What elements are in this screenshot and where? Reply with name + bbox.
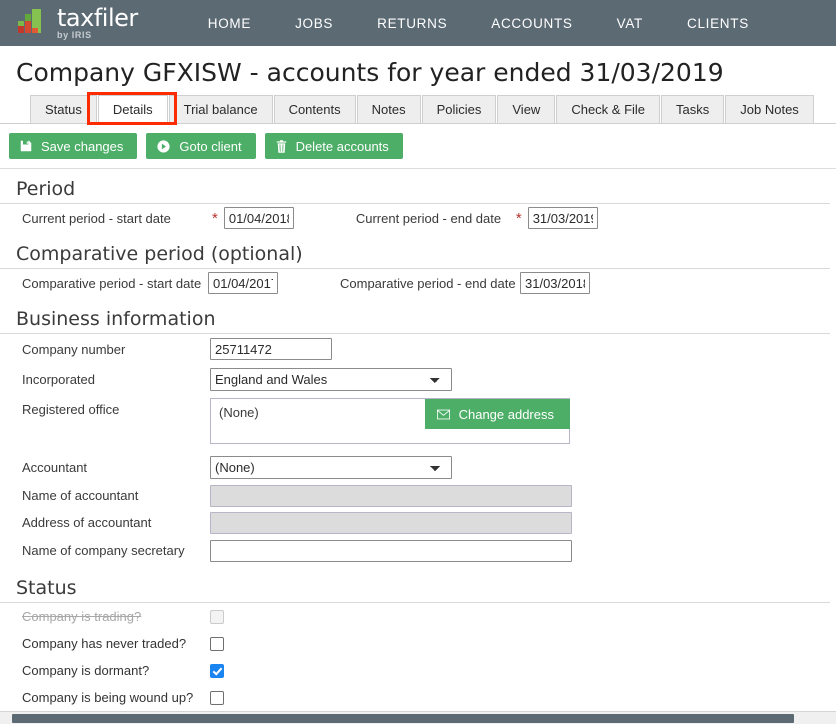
brand-name: taxfiler xyxy=(57,4,138,32)
input-name-of-accountant xyxy=(210,484,572,507)
tab-trial-balance[interactable]: Trial balance xyxy=(168,95,273,123)
section-heading-comparative-period: Comparative period (optional) xyxy=(0,232,830,269)
top-navigation-bar: taxfiler by IRIS HOME JOBS RETURNS ACCOU… xyxy=(0,0,836,46)
input-current-period-end-date[interactable] xyxy=(527,207,598,229)
registered-office-box: (None) Change address xyxy=(210,398,570,444)
save-disk-icon xyxy=(20,140,32,152)
select-accountant[interactable]: (None) xyxy=(210,455,452,479)
checkbox-company-is-being-wound-up[interactable] xyxy=(210,690,224,705)
goto-client-button[interactable]: Goto client xyxy=(146,133,256,159)
nav-item-accounts[interactable]: ACCOUNTS xyxy=(469,16,594,31)
row-name-of-accountant: Name of accountant xyxy=(0,482,836,509)
row-registered-office: Registered office (None) Change address xyxy=(0,394,836,452)
row-company-number: Company number xyxy=(0,334,836,364)
row-company-is-being-wound-up: Company is being wound up? xyxy=(0,684,836,711)
horizontal-scrollbar[interactable] xyxy=(0,711,836,724)
input-company-number[interactable] xyxy=(210,338,332,360)
input-comparative-period-end-date[interactable] xyxy=(520,272,590,294)
label-comparative-period-end: Comparative period - end date xyxy=(340,275,516,291)
trash-icon xyxy=(276,139,287,153)
brand-subtitle: by IRIS xyxy=(57,30,92,40)
tab-bar: Status Details Trial balance Contents No… xyxy=(0,92,836,125)
nav-item-vat[interactable]: VAT xyxy=(595,16,665,31)
row-company-is-trading: Company is trading? xyxy=(0,603,836,630)
label-comparative-period-start: Comparative period - start date xyxy=(22,275,202,291)
envelope-icon xyxy=(436,409,450,420)
nav-item-clients[interactable]: CLIENTS xyxy=(665,16,771,31)
main-menu: HOME JOBS RETURNS ACCOUNTS VAT CLIENTS xyxy=(186,16,771,31)
section-heading-business-information: Business information xyxy=(0,297,830,334)
tab-notes[interactable]: Notes xyxy=(356,95,421,123)
checkbox-company-is-trading xyxy=(210,609,224,624)
label-address-of-accountant: Address of accountant xyxy=(22,515,152,530)
label-company-number: Company number xyxy=(22,341,126,357)
nav-item-returns[interactable]: RETURNS xyxy=(355,16,469,31)
label-company-has-never-traded: Company has never traded? xyxy=(22,636,187,651)
goto-client-label: Goto client xyxy=(179,138,242,154)
row-company-has-never-traded: Company has never traded? xyxy=(0,630,836,657)
tab-job-notes[interactable]: Job Notes xyxy=(725,95,814,123)
input-name-of-company-secretary[interactable] xyxy=(210,539,572,562)
delete-accounts-label: Delete accounts xyxy=(295,138,389,154)
label-company-is-trading: Company is trading? xyxy=(22,609,142,624)
bar-chart-logo-icon xyxy=(16,9,50,37)
action-toolbar: Save changes Goto client Delete accounts xyxy=(0,124,836,169)
save-changes-label: Save changes xyxy=(41,138,124,154)
taxfiler-logo[interactable]: taxfiler by IRIS xyxy=(16,6,138,40)
delete-accounts-button[interactable]: Delete accounts xyxy=(264,133,403,159)
label-current-period-start: Current period - start date xyxy=(22,210,171,226)
label-company-is-being-wound-up: Company is being wound up? xyxy=(22,690,194,705)
required-marker-end-date: * xyxy=(515,209,522,227)
page-title: Company GFXISW - accounts for year ended… xyxy=(16,58,724,87)
select-incorporated[interactable]: England and Wales xyxy=(210,367,452,391)
tab-view[interactable]: View xyxy=(497,95,556,123)
checkbox-company-is-dormant[interactable] xyxy=(210,663,224,678)
row-comparative-period: Comparative period - start date Comparat… xyxy=(0,269,836,297)
registered-office-value: (None) xyxy=(219,405,259,420)
section-heading-period: Period xyxy=(0,169,830,204)
label-incorporated: Incorporated xyxy=(22,371,95,387)
label-name-of-accountant: Name of accountant xyxy=(22,488,139,503)
row-company-secretary: Name of company secretary xyxy=(0,536,836,565)
row-address-of-accountant: Address of accountant xyxy=(0,509,836,536)
play-circle-icon xyxy=(157,139,170,153)
input-current-period-start-date[interactable] xyxy=(223,207,294,229)
change-address-button[interactable]: Change address xyxy=(424,399,570,429)
row-current-period: Current period - start date * Current pe… xyxy=(0,204,836,232)
tab-contents[interactable]: Contents xyxy=(273,95,356,123)
tab-details[interactable]: Details xyxy=(97,95,168,124)
tab-tasks[interactable]: Tasks xyxy=(661,95,725,123)
input-comparative-period-start-date[interactable] xyxy=(208,272,278,294)
details-form: Period Current period - start date * Cur… xyxy=(0,169,836,724)
label-registered-office: Registered office xyxy=(22,402,120,417)
save-changes-button[interactable]: Save changes xyxy=(9,133,138,159)
tab-status[interactable]: Status xyxy=(30,95,97,123)
tab-check-and-file[interactable]: Check & File xyxy=(556,95,661,123)
horizontal-scrollbar-thumb[interactable] xyxy=(12,714,794,723)
checkbox-company-has-never-traded[interactable] xyxy=(210,636,224,651)
nav-item-home[interactable]: HOME xyxy=(186,16,273,31)
nav-item-jobs[interactable]: JOBS xyxy=(273,16,355,31)
label-accountant: Accountant xyxy=(22,459,88,475)
tab-policies[interactable]: Policies xyxy=(421,95,497,123)
label-current-period-end: Current period - end date xyxy=(355,210,502,226)
required-marker-start-date: * xyxy=(212,209,218,227)
section-heading-status: Status xyxy=(0,565,830,603)
application-window: taxfiler by IRIS HOME JOBS RETURNS ACCOU… xyxy=(0,0,836,724)
input-address-of-accountant xyxy=(210,511,572,534)
row-accountant: Accountant (None) xyxy=(0,452,836,482)
label-name-of-company-secretary: Name of company secretary xyxy=(22,543,185,558)
row-incorporated: Incorporated England and Wales xyxy=(0,364,836,394)
row-company-is-dormant: Company is dormant? xyxy=(0,657,836,684)
label-company-is-dormant: Company is dormant? xyxy=(22,663,150,678)
change-address-label: Change address xyxy=(458,406,554,422)
